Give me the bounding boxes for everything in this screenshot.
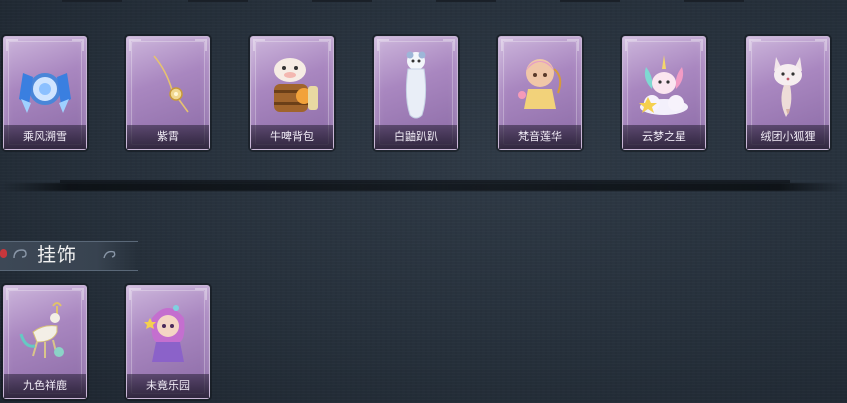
golden-pendant-icon (136, 49, 200, 121)
unicorn-cloud-icon (632, 49, 696, 121)
swirl-ornament-icon (103, 250, 116, 259)
item-card-pendant-0[interactable]: 九色祥鹿 (3, 285, 87, 399)
header-marker-dot (0, 249, 7, 258)
item-card-0[interactable]: 乘风溯雪 (3, 36, 87, 150)
item-name: 乘风溯雪 (4, 125, 86, 149)
item-card-3[interactable]: 白鼬趴趴 (374, 36, 458, 150)
paradise-doll-icon (136, 298, 200, 370)
item-card-pendant-1[interactable]: 未竟乐园 (126, 285, 210, 399)
top-edge-marks (0, 0, 847, 4)
item-name: 绒团小狐狸 (747, 125, 829, 149)
item-card-5[interactable]: 云梦之星 (622, 36, 706, 150)
section-divider (0, 183, 847, 191)
nine-color-deer-icon (13, 298, 77, 370)
section-title: 挂饰 (37, 244, 78, 266)
item-name: 云梦之星 (623, 125, 705, 149)
item-name: 白鼬趴趴 (375, 125, 457, 149)
item-name: 牛啤背包 (251, 125, 333, 149)
item-card-2[interactable]: 牛啤背包 (250, 36, 334, 150)
white-ferret-icon (384, 49, 448, 121)
blue-crystal-icon (13, 49, 77, 121)
item-name: 梵音莲华 (499, 125, 581, 149)
item-card-4[interactable]: 梵音莲华 (498, 36, 582, 150)
item-card-6[interactable]: 绒团小狐狸 (746, 36, 830, 150)
item-name: 九色祥鹿 (4, 374, 86, 398)
doll-lotus-icon (508, 49, 572, 121)
swirl-ornament-icon (13, 249, 27, 259)
item-name: 未竟乐园 (127, 374, 209, 398)
item-name: 紫霄 (127, 125, 209, 149)
fluffy-fox-icon (756, 49, 820, 121)
item-card-1[interactable]: 紫霄 (126, 36, 210, 150)
cow-barrel-backpack-icon (260, 49, 324, 121)
section-header-pendant: 挂饰 (0, 238, 140, 272)
